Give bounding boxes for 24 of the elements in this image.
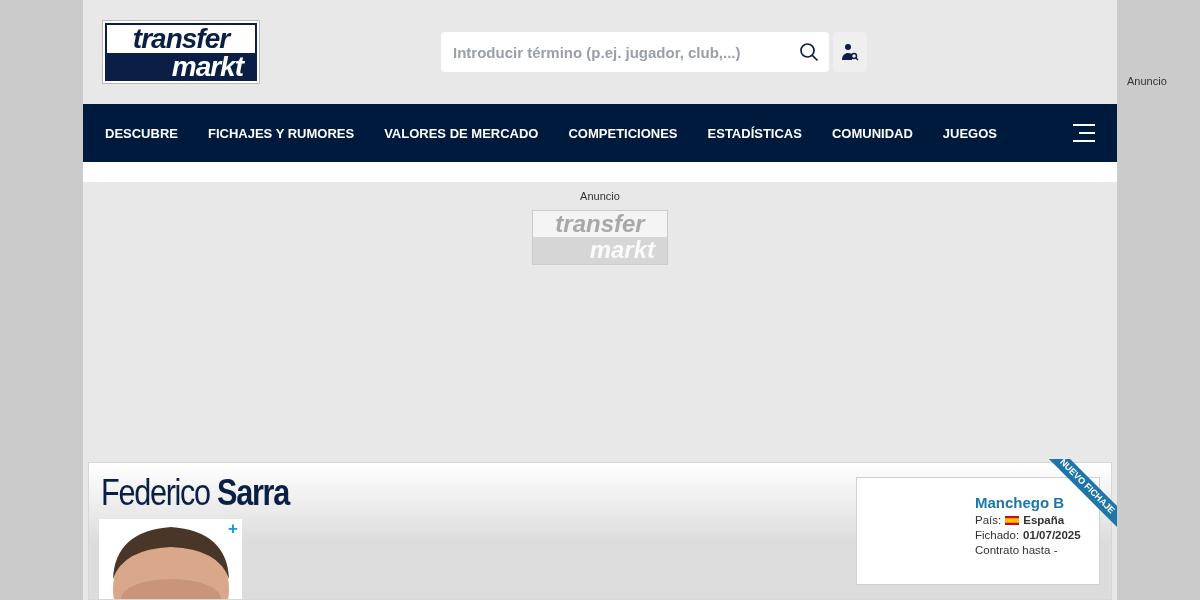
nav-link[interactable]: FICHAJES Y RUMORES <box>207 125 355 141</box>
nav-link[interactable]: COMPETICIONES <box>568 125 678 141</box>
nav-link[interactable]: JUEGOS <box>942 125 997 141</box>
user-search-icon <box>841 43 859 62</box>
nav-link[interactable]: COMUNIDAD <box>831 125 913 141</box>
contract-text: Contrato hasta - <box>975 544 1058 557</box>
nav-link[interactable]: ESTADÍSTICAS <box>707 125 802 141</box>
user-search-button[interactable] <box>833 32 867 73</box>
nav-link[interactable]: VALORES DE MERCADO <box>384 125 539 141</box>
site-logo[interactable]: transfer markt <box>103 21 259 84</box>
search-icon <box>799 42 819 63</box>
ad-label: Anuncio <box>1127 75 1167 87</box>
player-name: Federico Sarra <box>101 473 291 513</box>
signed-date: 01/07/2025 <box>1023 529 1081 542</box>
signed-label: Fichado: <box>975 529 1020 542</box>
country-name: España <box>1023 514 1065 527</box>
country-label: País: <box>975 514 1002 527</box>
ad-label: Anuncio <box>580 189 620 202</box>
menu-button[interactable] <box>1073 123 1095 144</box>
search-bar[interactable]: Introducir término (p.ej. jugador, club,...) <box>441 32 829 73</box>
nav-link[interactable]: DESCUBRE <box>105 125 178 141</box>
flag-icon <box>1005 515 1020 525</box>
menu-icon <box>1073 123 1095 144</box>
club-link[interactable]: Manchego B <box>975 494 1065 512</box>
